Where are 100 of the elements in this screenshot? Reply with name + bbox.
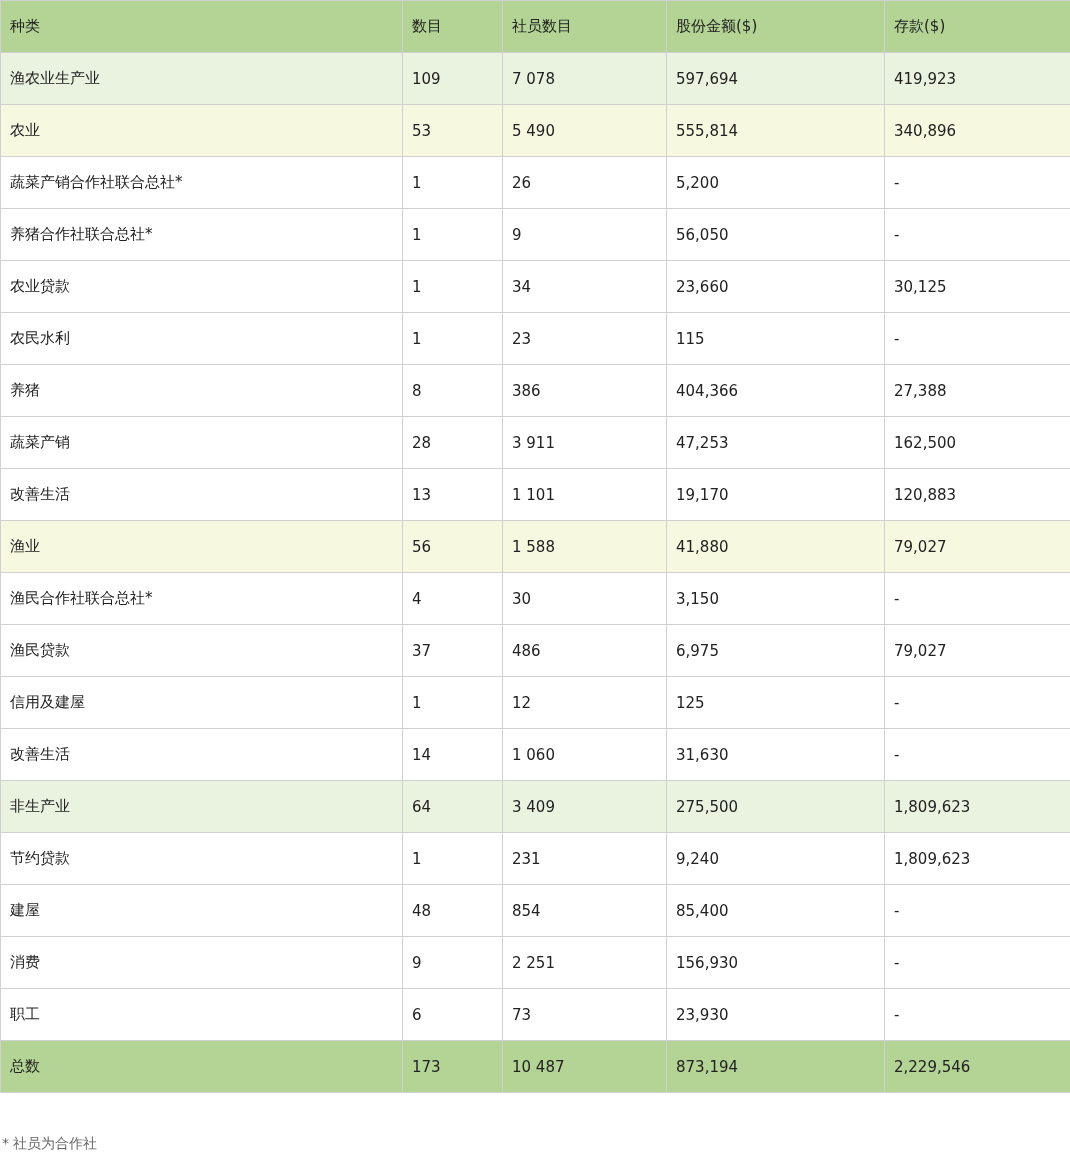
table-cell: 蔬菜产销 [0,416,403,469]
table-cell: 41,880 [666,520,885,573]
column-header: 存款($) [884,0,1070,53]
table-cell: - [884,572,1070,625]
table-cell: 建屋 [0,884,403,937]
table-cell: 1 [402,260,503,313]
table-cell: 渔民贷款 [0,624,403,677]
table-cell: 275,500 [666,780,885,833]
column-header: 社员数目 [502,0,667,53]
column-header: 股份金额($) [666,0,885,53]
table-cell: 1 [402,208,503,261]
table-cell: - [884,936,1070,989]
table-cell: 19,170 [666,468,885,521]
table-cell: - [884,312,1070,365]
table-cell: 23,930 [666,988,885,1041]
table-cell: 信用及建屋 [0,676,403,729]
table-cell: 蔬菜产销合作社联合总社* [0,156,403,209]
table-cell: 1 [402,156,503,209]
table-cell: - [884,156,1070,209]
table-cell: 9 [502,208,667,261]
table-cell: 12 [502,676,667,729]
table-cell: 2,229,546 [884,1040,1070,1093]
table-cell: 4 [402,572,503,625]
table-cell: 消费 [0,936,403,989]
table-cell: 156,930 [666,936,885,989]
table-cell: 9,240 [666,832,885,885]
table-cell: 47,253 [666,416,885,469]
table-cell: 120,883 [884,468,1070,521]
table-cell: 农业 [0,104,403,157]
table-cell: 419,923 [884,52,1070,105]
table-cell: 13 [402,468,503,521]
table-cell: 73 [502,988,667,1041]
table-cell: 渔民合作社联合总社* [0,572,403,625]
table-cell: 162,500 [884,416,1070,469]
table-cell: 6 [402,988,503,1041]
table-cell: 渔业 [0,520,403,573]
table-cell: 23,660 [666,260,885,313]
table-cell: 3,150 [666,572,885,625]
column-header: 种类 [0,0,403,53]
table-cell: 26 [502,156,667,209]
table-cell: 1 060 [502,728,667,781]
table-cell: 改善生活 [0,728,403,781]
table-cell: 6,975 [666,624,885,677]
table-cell: 8 [402,364,503,417]
table-cell: 1 588 [502,520,667,573]
table-cell: 10 487 [502,1040,667,1093]
table-cell: 85,400 [666,884,885,937]
footnote: * 社员为合作社 [1,1135,99,1153]
table-cell: 109 [402,52,503,105]
table-cell: 1,809,623 [884,780,1070,833]
table-cell: - [884,884,1070,937]
table-cell: 总数 [0,1040,403,1093]
column-header: 数目 [402,0,503,53]
table-cell: 386 [502,364,667,417]
table-cell: 31,630 [666,728,885,781]
table-cell: 854 [502,884,667,937]
table-cell: 2 251 [502,936,667,989]
table-cell: 3 409 [502,780,667,833]
table-cell: - [884,988,1070,1041]
table-cell: 555,814 [666,104,885,157]
table-cell: 30 [502,572,667,625]
table-cell: 486 [502,624,667,677]
table-cell: 28 [402,416,503,469]
table-cell: 37 [402,624,503,677]
table-cell: 节约贷款 [0,832,403,885]
table-cell: 1 [402,312,503,365]
table-cell: 79,027 [884,624,1070,677]
table-cell: 9 [402,936,503,989]
table-cell: 5 490 [502,104,667,157]
table-cell: 非生产业 [0,780,403,833]
table-cell: 职工 [0,988,403,1041]
table-cell: 34 [502,260,667,313]
table-cell: 56 [402,520,503,573]
table-cell: 173 [402,1040,503,1093]
table-cell: 改善生活 [0,468,403,521]
table-cell: 农民水利 [0,312,403,365]
table-cell: 597,694 [666,52,885,105]
table-cell: 30,125 [884,260,1070,313]
table-cell: 7 078 [502,52,667,105]
table-cell: 1,809,623 [884,832,1070,885]
table-cell: 64 [402,780,503,833]
table-cell: 340,896 [884,104,1070,157]
table-cell: 53 [402,104,503,157]
table-cell: 27,388 [884,364,1070,417]
table-cell: 48 [402,884,503,937]
table-cell: 养猪合作社联合总社* [0,208,403,261]
table-cell: 1 [402,676,503,729]
table-cell: - [884,676,1070,729]
table-cell: 渔农业生产业 [0,52,403,105]
table-cell: 404,366 [666,364,885,417]
table-cell: 3 911 [502,416,667,469]
table-cell: 1 101 [502,468,667,521]
table-cell: 56,050 [666,208,885,261]
table-cell: 79,027 [884,520,1070,573]
table-cell: 231 [502,832,667,885]
table-cell: 1 [402,832,503,885]
table-cell: - [884,208,1070,261]
table-cell: 873,194 [666,1040,885,1093]
table-cell: 5,200 [666,156,885,209]
table-cell: 农业贷款 [0,260,403,313]
